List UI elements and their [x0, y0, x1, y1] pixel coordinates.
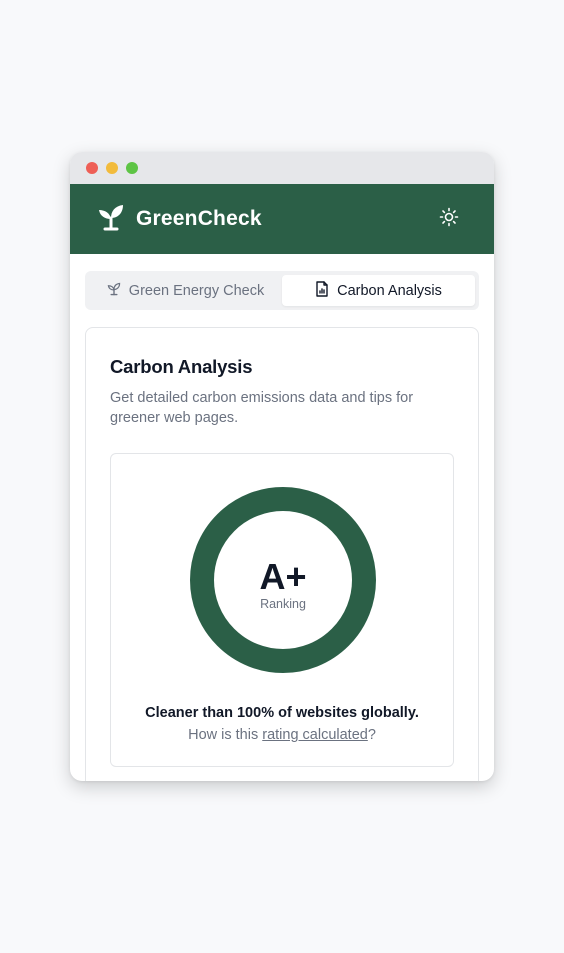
seedling-icon — [96, 202, 126, 237]
window-titlebar — [70, 152, 494, 184]
maximize-window-button[interactable] — [126, 162, 138, 174]
card-title: Carbon Analysis — [110, 356, 253, 377]
theme-toggle-button[interactable] — [438, 207, 460, 232]
document-chart-icon — [315, 280, 329, 301]
rating-label: Ranking — [260, 597, 306, 611]
rating-grade: A+ — [259, 556, 307, 597]
rating-ring: A+ Ranking — [190, 487, 376, 673]
sun-icon — [439, 207, 459, 232]
extension-window: GreenCheck Green Energy Check Carbon Ana… — [70, 152, 494, 781]
rating-summary: Cleaner than 100% of websites globally. — [145, 705, 419, 721]
tab-green-energy-check[interactable]: Green Energy Check — [89, 275, 282, 306]
card-description: Get detailed carbon emissions data and t… — [110, 390, 414, 426]
brand: GreenCheck — [96, 202, 262, 237]
app-name: GreenCheck — [136, 207, 262, 230]
rating-help-prefix: How is this — [188, 727, 263, 743]
tab-bar: Green Energy Check Carbon Analysis — [85, 271, 479, 310]
seedling-icon — [107, 282, 121, 300]
tab-carbon-analysis[interactable]: Carbon Analysis — [282, 275, 475, 306]
tab-label: Green Energy Check — [128, 282, 265, 299]
close-window-button[interactable] — [86, 162, 98, 174]
rating-calculated-link[interactable]: rating calculated — [262, 727, 368, 743]
minimize-window-button[interactable] — [106, 162, 118, 174]
tab-label: Carbon Analysis — [337, 282, 442, 299]
carbon-analysis-card: Carbon Analysis Get detailed carbon emis… — [85, 327, 479, 781]
rating-panel: A+ Ranking Cleaner than 100% of websites… — [110, 453, 454, 767]
app-header: GreenCheck — [70, 184, 494, 254]
rating-help-text: How is this rating calculated? — [111, 727, 453, 743]
rating-help-suffix: ? — [367, 727, 376, 743]
